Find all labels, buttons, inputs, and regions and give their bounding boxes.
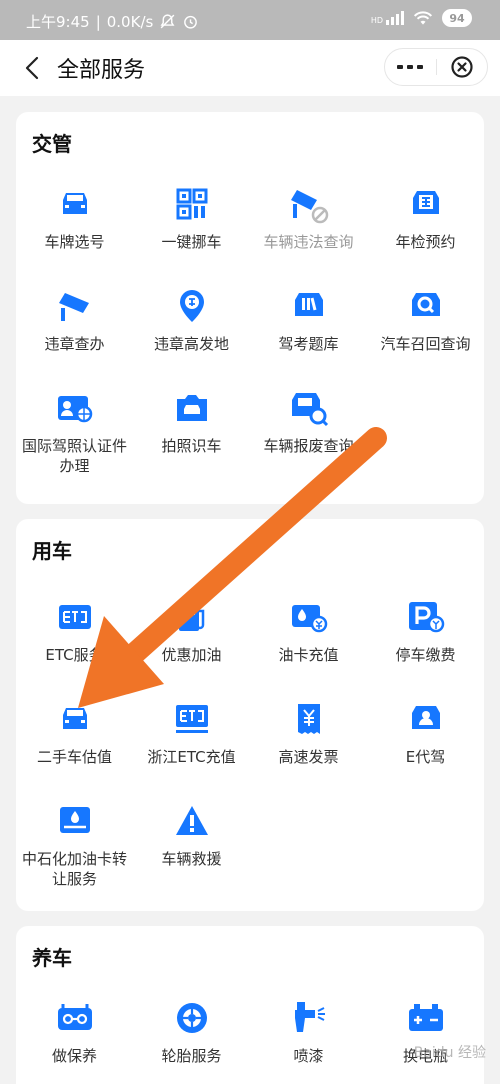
service-violation-hotspot[interactable]: 违章高发地: [133, 286, 250, 386]
service-battery-replace[interactable]: 换电瓶: [367, 998, 484, 1084]
service-label: 汽车召回查询: [380, 335, 471, 353]
service-label: 做保养: [51, 1047, 97, 1065]
service-label: 年检预约: [395, 233, 456, 251]
car-front-icon: [55, 699, 95, 739]
close-button[interactable]: [437, 49, 488, 85]
etc-card-icon: [55, 597, 95, 637]
service-label: 停车缴费: [395, 646, 456, 664]
service-label: 车辆救援: [161, 850, 222, 868]
status-speed: 0.0K/s: [106, 12, 154, 31]
service-painting[interactable]: 喷漆: [250, 998, 367, 1084]
tire-icon: [172, 998, 212, 1038]
qr-code-icon: [172, 184, 212, 224]
section-title: 用车: [32, 539, 72, 563]
alarm-icon: [184, 15, 198, 29]
service-maintenance[interactable]: 做保养: [16, 998, 133, 1084]
signal-icon: HD: [371, 11, 404, 25]
section-yongche: 用车 ETC服务 优惠加油 油卡充值 停车缴费 二手车估值 浙江ETC充值 高速…: [16, 519, 484, 911]
service-inspection-booking[interactable]: 年检预约: [367, 184, 484, 284]
coupon-fuel-icon: [172, 597, 212, 637]
signal-label: HD: [370, 16, 383, 25]
more-icon: [397, 65, 424, 69]
service-used-car-valuation[interactable]: 二手车估值: [16, 699, 133, 799]
service-sinopec-card-transfer[interactable]: 中石化加油卡转让服务: [16, 801, 133, 901]
service-label: 车辆违法查询: [263, 233, 354, 251]
service-highway-invoice[interactable]: 高速发票: [250, 699, 367, 799]
service-label: 喷漆: [293, 1047, 324, 1065]
service-label: E代驾: [405, 748, 446, 766]
driver-icon: [406, 699, 446, 739]
service-tire[interactable]: 轮胎服务: [133, 998, 250, 1084]
battery-indicator: 94: [442, 9, 472, 27]
service-e-driver[interactable]: E代驾: [367, 699, 484, 799]
status-separator: |: [95, 12, 101, 31]
page-title: 全部服务: [57, 58, 146, 83]
more-button[interactable]: [385, 49, 436, 85]
service-label: 优惠加油: [161, 646, 222, 664]
service-label: 车辆报废查询: [263, 437, 354, 455]
service-fuel-discount[interactable]: 优惠加油: [133, 597, 250, 697]
service-international-license[interactable]: 国际驾照认证件办理: [16, 388, 133, 488]
camera-car-icon: [172, 388, 212, 428]
service-car-recall[interactable]: 汽车召回查询: [367, 286, 484, 386]
mute-icon: [160, 14, 175, 29]
service-fuel-card-topup[interactable]: 油卡充值: [250, 597, 367, 697]
service-zhejiang-etc-topup[interactable]: 浙江ETC充值: [133, 699, 250, 799]
service-label: 国际驾照认证件办理: [21, 437, 127, 475]
car-inspection-icon: [406, 184, 446, 224]
spray-gun-icon: [289, 998, 329, 1038]
service-plate-selection[interactable]: 车牌选号: [16, 184, 133, 284]
service-label: 轮胎服务: [161, 1047, 222, 1065]
car-front-icon: [55, 184, 95, 224]
book-car-icon: [289, 286, 329, 326]
service-scrap-query[interactable]: 车辆报废查询: [250, 388, 367, 488]
warning-icon: [172, 801, 212, 841]
status-time: 上午9:45: [26, 13, 90, 31]
location-pin-icon: [172, 286, 212, 326]
service-driving-test-bank[interactable]: 驾考题库: [250, 286, 367, 386]
fuel-transfer-icon: [55, 801, 95, 841]
license-card-icon: [55, 388, 95, 428]
etc-icon: [172, 699, 212, 739]
section-jiaoguan: 交管 车牌选号 一键挪车 车辆违法查询 年检预约 违章查办 违章高发地 驾考题库…: [16, 112, 484, 504]
service-label: 一键挪车: [161, 233, 222, 251]
service-label: 油卡充值: [278, 646, 339, 664]
service-move-car[interactable]: 一键挪车: [133, 184, 250, 284]
service-violation-query[interactable]: 车辆违法查询: [250, 184, 367, 284]
service-label: 拍照识车: [161, 437, 222, 455]
maintenance-icon: [55, 998, 95, 1038]
service-parking-pay[interactable]: 停车缴费: [367, 597, 484, 697]
service-label: 驾考题库: [278, 335, 339, 353]
back-arrow-icon: [25, 56, 39, 80]
service-label: 高速发票: [278, 748, 339, 766]
surveillance-camera-icon: [55, 286, 95, 326]
section-title: 养车: [32, 946, 72, 970]
section-title: 交管: [32, 132, 72, 156]
mini-program-capsule: [384, 48, 488, 86]
service-label: 二手车估值: [36, 748, 112, 766]
service-roadside-rescue[interactable]: 车辆救援: [133, 801, 250, 901]
invoice-icon: [289, 699, 329, 739]
service-label: 违章高发地: [153, 335, 229, 353]
service-label: 浙江ETC充值: [147, 748, 236, 766]
watermark: Baidu 经验: [413, 1045, 486, 1061]
close-circle-icon: [451, 56, 473, 78]
service-label: 中石化加油卡转让服务: [21, 850, 127, 888]
scrap-search-icon: [289, 388, 329, 428]
service-label: 违章查办: [44, 335, 105, 353]
fuel-card-icon: [289, 597, 329, 637]
header: 全部服务: [0, 40, 500, 96]
service-etc[interactable]: ETC服务: [16, 597, 133, 697]
battery-icon: [406, 998, 446, 1038]
service-photo-recognize[interactable]: 拍照识车: [133, 388, 250, 488]
car-search-icon: [406, 286, 446, 326]
service-violation-handle[interactable]: 违章查办: [16, 286, 133, 386]
back-button[interactable]: [14, 50, 50, 86]
wifi-icon: [413, 11, 433, 25]
status-bar: 上午9:45 | 0.0K/s HD 94: [0, 0, 500, 40]
parking-icon: [406, 597, 446, 637]
camera-disabled-icon: [289, 184, 329, 224]
service-label: 车牌选号: [44, 233, 105, 251]
service-label: ETC服务: [45, 646, 104, 664]
